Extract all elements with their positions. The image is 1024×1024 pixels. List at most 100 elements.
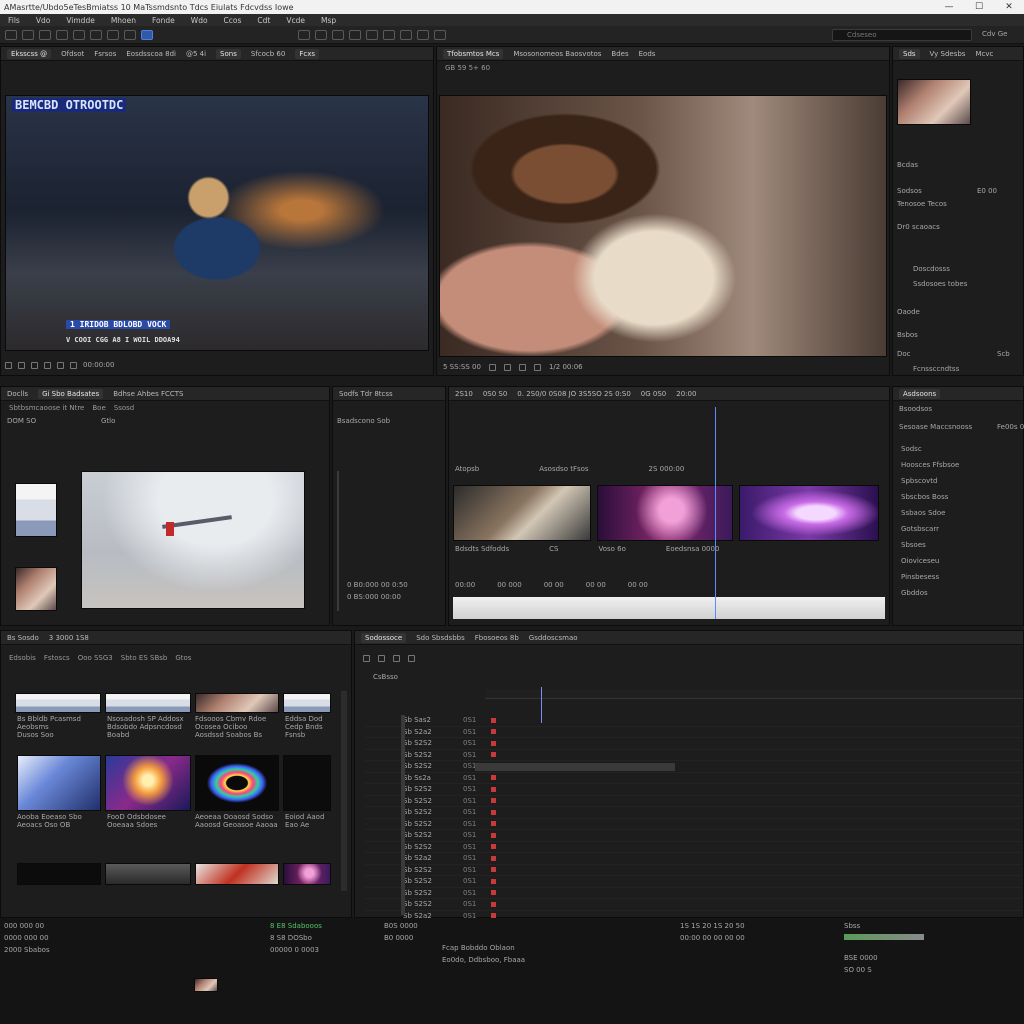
track-marker[interactable] <box>491 798 496 804</box>
tab-gsddos[interactable]: Gsddoscsmao <box>529 634 578 642</box>
tab-sdesbs[interactable]: Vy Sdesbs <box>930 50 966 58</box>
tab-scope[interactable]: Sfcocb 60 <box>251 50 285 58</box>
track-marker[interactable] <box>491 809 496 815</box>
menu-video[interactable]: Vdo <box>36 16 50 25</box>
menu-cut[interactable]: Cdt <box>257 16 270 25</box>
undo-icon[interactable] <box>107 29 119 40</box>
tab-bdes[interactable]: Bdes <box>611 50 628 58</box>
track-marker[interactable] <box>491 740 496 746</box>
bottom-thumb[interactable] <box>194 978 218 992</box>
folder-icon[interactable] <box>22 29 34 40</box>
track-marker[interactable] <box>491 855 496 861</box>
bin-scrollbar[interactable] <box>341 691 347 891</box>
meta-field-2[interactable]: Fcnssccndtss <box>913 365 959 373</box>
effect-item-8[interactable]: Pinsbesess <box>901 573 959 589</box>
bin-tab-1[interactable]: Fstoscs <box>44 654 70 662</box>
settings-icon[interactable] <box>408 654 415 662</box>
bin-thumb-2[interactable] <box>195 693 279 713</box>
meta-field-1[interactable]: Ssdosoes tobes <box>913 280 967 288</box>
effect-item-7[interactable]: Oioviceseu <box>901 557 959 573</box>
track-marker[interactable] <box>491 890 496 896</box>
track-row[interactable]: Sb S2S2 0S1 <box>365 876 1021 888</box>
clip-thumbnail[interactable] <box>897 79 971 125</box>
tab-effects[interactable]: Eosdsscoa 8di <box>126 50 176 58</box>
text-tool-icon[interactable] <box>366 29 378 40</box>
tab-sds[interactable]: Sds <box>899 48 920 59</box>
track-row[interactable]: Sb S2S2 0S1 <box>365 819 1021 830</box>
snap-icon[interactable] <box>363 654 370 662</box>
track-row[interactable]: Sb Sas2 0S1 <box>365 715 1021 727</box>
tab-fbosoeos[interactable]: Fbosoeos 8b <box>475 634 519 642</box>
bin-thumb-5[interactable] <box>105 755 191 811</box>
tab-fx[interactable]: Fcxs <box>295 48 319 59</box>
track-marker[interactable] <box>491 752 496 758</box>
razor-tool-icon[interactable] <box>298 29 310 40</box>
tab-zoom[interactable]: @5 4i <box>186 50 206 58</box>
marker-icon[interactable] <box>434 29 446 40</box>
playhead[interactable] <box>715 407 716 619</box>
tab-mismatch[interactable]: Msosonomeos Baosvotos <box>513 50 601 58</box>
play-icon[interactable] <box>5 361 12 369</box>
clip-thumb-nebula[interactable] <box>739 485 879 541</box>
zoom-tool-icon[interactable] <box>349 29 361 40</box>
track-row[interactable]: Sb S2S2 0S1 <box>365 899 1021 911</box>
maximize-button[interactable]: ☐ <box>964 0 994 14</box>
snap-icon[interactable] <box>417 29 429 40</box>
bin-thumb-8[interactable] <box>17 863 101 885</box>
tab-docs[interactable]: Doclls <box>7 390 28 398</box>
project-subbar-0[interactable]: Boe <box>92 404 105 412</box>
effects-list-search[interactable]: Sesoase Maccsnooss <box>899 423 972 431</box>
minimize-button[interactable]: — <box>934 0 964 14</box>
project-thumb-doc[interactable] <box>15 483 57 537</box>
clip-thumb-concert[interactable] <box>597 485 733 541</box>
track-row[interactable]: Sb S2S2 0S1 <box>365 738 1021 750</box>
select-tool-icon[interactable] <box>141 29 153 40</box>
paste-icon[interactable] <box>90 29 102 40</box>
selected-clip[interactable] <box>475 763 675 771</box>
tab-sons[interactable]: Sons <box>216 48 241 59</box>
bin-tab-4[interactable]: Gtos <box>175 654 191 662</box>
menu-motion[interactable]: Mhoen <box>111 16 136 25</box>
effect-item-5[interactable]: Gotsbscarr <box>901 525 959 541</box>
bin-thumb-11[interactable] <box>283 863 331 885</box>
menu-file[interactable]: Fils <box>8 16 20 25</box>
bin-thumb-3[interactable] <box>283 693 331 713</box>
track-row[interactable]: Sb S2a2 0S1 <box>365 727 1021 738</box>
tab-bdhse[interactable]: Bdhse Ahbes FCCTS <box>113 390 183 398</box>
bin-thumb-7[interactable] <box>283 755 331 811</box>
menu-colors[interactable]: Ccos <box>224 16 242 25</box>
effect-item-4[interactable]: Ssbaos Sdoe <box>901 509 959 525</box>
forward-icon[interactable] <box>518 363 526 371</box>
search-input[interactable]: Cdseseo <box>832 29 972 41</box>
meta-field-0[interactable]: Doscdosss <box>913 265 950 273</box>
effect-item-0[interactable]: Sodsc <box>901 445 959 461</box>
redo-icon[interactable] <box>124 29 136 40</box>
view-label[interactable]: Cdv Ge <box>982 30 1007 38</box>
track-marker[interactable] <box>491 717 496 723</box>
copy-icon[interactable] <box>73 29 85 40</box>
track-marker[interactable] <box>491 867 496 873</box>
track-marker[interactable] <box>491 901 496 907</box>
play-icon[interactable] <box>488 363 496 371</box>
export-frame-icon[interactable] <box>533 363 541 371</box>
rewind-icon[interactable] <box>503 363 511 371</box>
track-row[interactable]: Sb S2S2 0S1 <box>365 888 1021 899</box>
tab-sequence[interactable]: Sodossoce <box>361 632 407 643</box>
menu-window[interactable]: Wdo <box>191 16 208 25</box>
track-marker[interactable] <box>491 786 496 792</box>
cut-icon[interactable] <box>56 29 68 40</box>
project-preview[interactable] <box>81 471 305 609</box>
bin-tab-3[interactable]: Sbto ES SBsb <box>121 654 168 662</box>
source-preview[interactable]: BEMCBD OTROOTDC 1 IRIDOB BDLOBD VOCK V C… <box>5 95 429 351</box>
hand-tool-icon[interactable] <box>332 29 344 40</box>
slip-tool-icon[interactable] <box>315 29 327 40</box>
track-row[interactable]: Sb S2S2 0S1 <box>365 807 1021 819</box>
tab-source[interactable]: Eksscss @ <box>7 48 52 59</box>
audio-waveform[interactable] <box>453 597 885 619</box>
step-back-icon[interactable] <box>31 361 38 369</box>
track-row[interactable]: Sb S2a2 0S1 <box>365 853 1021 865</box>
timeline-playhead[interactable] <box>541 687 542 723</box>
track-marker[interactable] <box>491 775 496 781</box>
menu-view[interactable]: Vimdde <box>66 16 95 25</box>
tab-sdo[interactable]: Sdo Sbsdsbbs <box>416 634 465 642</box>
